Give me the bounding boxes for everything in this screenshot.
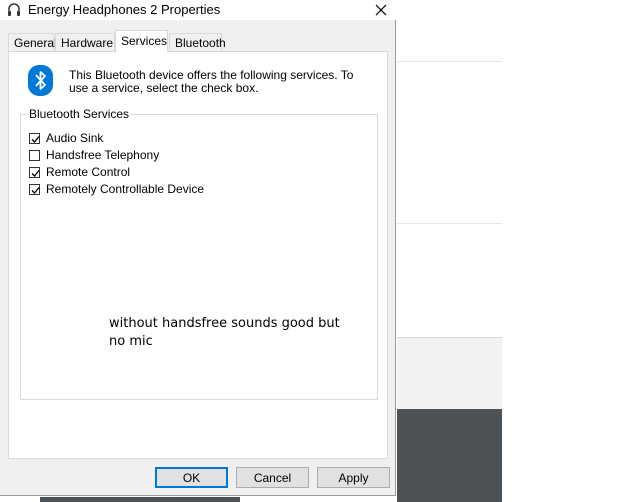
bluetooth-services-group: Bluetooth Services Audio Sink Handsfree … xyxy=(20,107,378,400)
service-handsfree-telephony[interactable]: Handsfree Telephony xyxy=(29,148,159,162)
apply-button[interactable]: Apply xyxy=(317,467,390,488)
service-remote-control[interactable]: Remote Control xyxy=(29,165,130,179)
background-divider xyxy=(397,223,502,224)
properties-dialog: Energy Headphones 2 Properties General H… xyxy=(0,0,396,496)
background-divider xyxy=(397,61,502,62)
service-label: Audio Sink xyxy=(46,131,104,145)
checkbox-audio-sink[interactable] xyxy=(29,132,40,144)
services-panel: This Bluetooth device offers the followi… xyxy=(8,51,388,459)
service-label: Remote Control xyxy=(46,165,131,179)
close-icon xyxy=(375,4,387,16)
title-bar[interactable]: Energy Headphones 2 Properties xyxy=(0,0,396,20)
checkmark-icon xyxy=(31,169,40,177)
service-remotely-controllable-device[interactable]: Remotely Controllable Device xyxy=(29,182,204,196)
background-panel xyxy=(397,337,502,410)
headphones-icon xyxy=(6,2,22,18)
tab-general[interactable]: General xyxy=(8,33,57,51)
bluetooth-icon xyxy=(28,65,53,96)
cancel-button[interactable]: Cancel xyxy=(236,467,309,488)
checkbox-handsfree-telephony[interactable] xyxy=(29,149,40,161)
checkbox-remotely-controllable-device[interactable] xyxy=(29,183,40,195)
service-label: Handsfree Telephony xyxy=(46,148,160,162)
annotation-note: without handsfree sounds good but no mic xyxy=(109,316,340,349)
group-label: Bluetooth Services xyxy=(27,107,132,121)
background-strip xyxy=(40,497,240,502)
checkbox-remote-control[interactable] xyxy=(29,166,40,178)
services-description: This Bluetooth device offers the followi… xyxy=(69,68,354,95)
tab-bluetooth[interactable]: Bluetooth xyxy=(169,33,226,51)
checkmark-icon xyxy=(31,186,40,194)
tab-services[interactable]: Services xyxy=(115,30,168,52)
service-label: Remotely Controllable Device xyxy=(46,182,205,196)
ok-button[interactable]: OK xyxy=(155,467,228,488)
window-title: Energy Headphones 2 Properties xyxy=(28,2,221,17)
checkmark-icon xyxy=(31,135,40,143)
close-button[interactable] xyxy=(366,0,396,20)
service-audio-sink[interactable]: Audio Sink xyxy=(29,131,103,145)
tab-hardware[interactable]: Hardware xyxy=(55,33,115,51)
background-taskbar-area xyxy=(397,409,502,502)
